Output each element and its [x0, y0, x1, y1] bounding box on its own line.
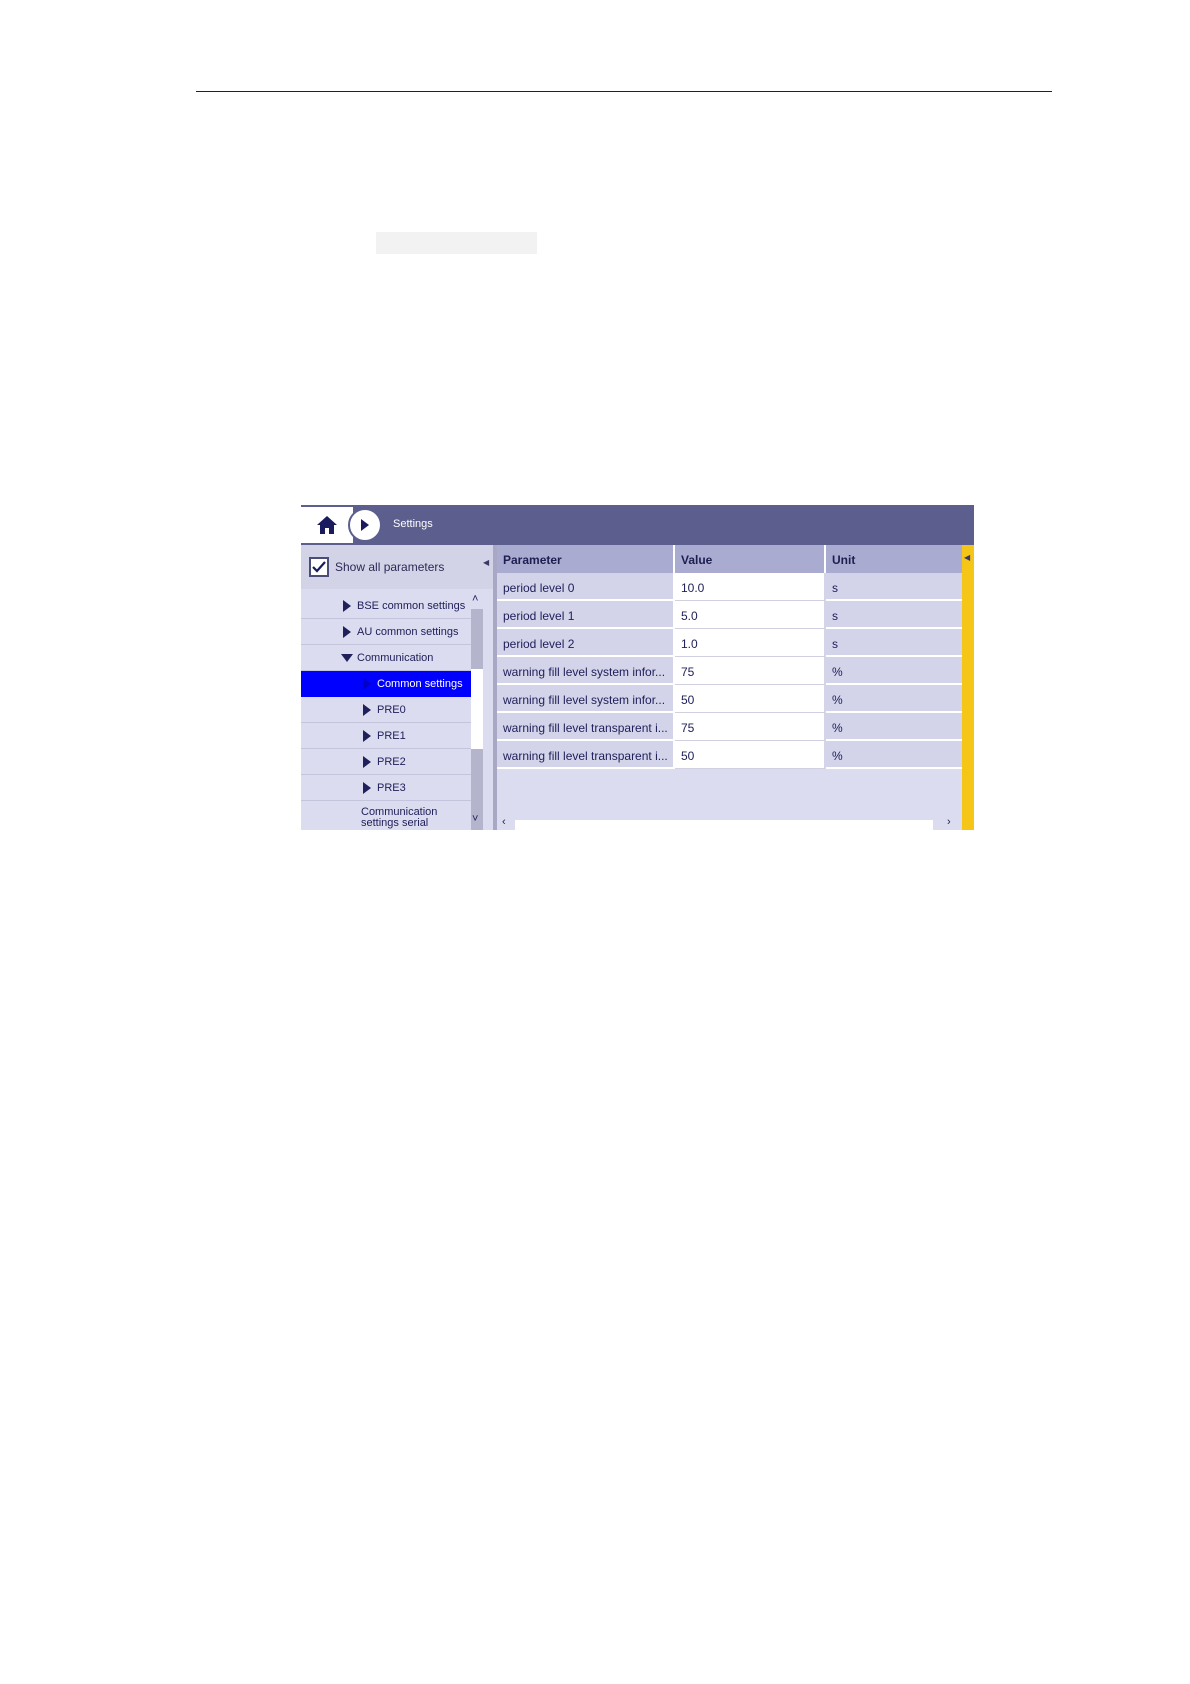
check-icon: [312, 561, 326, 573]
value-input[interactable]: 75: [675, 713, 826, 741]
tree-scroll-track[interactable]: [471, 609, 483, 830]
expand-right-icon[interactable]: ◀: [964, 553, 970, 562]
tree-item-label: Communication: [357, 652, 434, 664]
chevron-down-icon[interactable]: ˅: [472, 813, 478, 825]
table-horizontal-scrollbar[interactable]: ‹ ›: [497, 816, 962, 830]
column-header-parameter[interactable]: Parameter: [497, 545, 675, 573]
expand-icon: [363, 730, 371, 742]
chevron-up-icon[interactable]: ˄: [472, 593, 478, 605]
collapse-icon: [341, 654, 353, 662]
horizontal-scroll-track[interactable]: [515, 820, 933, 830]
home-icon: [317, 516, 337, 534]
table-row[interactable]: warning fill level transparent i... 75 %: [497, 713, 962, 741]
table-row[interactable]: period level 2 1.0 s: [497, 629, 962, 657]
unit-cell: %: [826, 741, 962, 769]
breadcrumb: Settings: [393, 518, 433, 530]
parameter-cell: period level 1: [497, 601, 675, 629]
show-all-checkbox[interactable]: [309, 557, 329, 577]
parameter-cell: warning fill level transparent i...: [497, 741, 675, 769]
tree-item-label: Common settings: [377, 678, 463, 690]
expand-icon: [363, 704, 371, 716]
tree-item-pre2[interactable]: PRE2: [301, 749, 471, 775]
chevron-right-icon[interactable]: ›: [947, 816, 951, 828]
parameter-cell: warning fill level system infor...: [497, 657, 675, 685]
tree-item-pre0[interactable]: PRE0: [301, 697, 471, 723]
tree-item-label: AU common settings: [357, 626, 459, 638]
value-input[interactable]: 5.0: [675, 601, 826, 629]
unit-cell: %: [826, 713, 962, 741]
home-button[interactable]: [301, 507, 353, 543]
parameter-table: Parameter Value Unit period level 0 10.0…: [497, 545, 962, 830]
expand-icon: [343, 626, 351, 638]
expand-icon: [343, 600, 351, 612]
unit-cell: %: [826, 657, 962, 685]
table-row[interactable]: period level 1 5.0 s: [497, 601, 962, 629]
unit-cell: s: [826, 629, 962, 657]
forward-button[interactable]: [348, 508, 382, 542]
parameter-cell: period level 2: [497, 629, 675, 657]
expand-icon: [363, 678, 371, 690]
parameter-cell: period level 0: [497, 573, 675, 601]
value-input[interactable]: 75: [675, 657, 826, 685]
settings-screen: Settings Show all parameters ◀ BSE commo…: [301, 505, 974, 830]
table-row[interactable]: period level 0 10.0 s: [497, 573, 962, 601]
parameter-cell: warning fill level system infor...: [497, 685, 675, 713]
side-panel-strip[interactable]: ◀: [962, 545, 974, 830]
unit-cell: s: [826, 601, 962, 629]
tree-item-label: Communication settings serial: [361, 806, 438, 829]
expand-icon: [363, 782, 371, 794]
value-input[interactable]: 50: [675, 741, 826, 769]
chevron-left-icon[interactable]: ‹: [502, 816, 506, 828]
unit-cell: s: [826, 573, 962, 601]
table-row[interactable]: warning fill level system infor... 50 %: [497, 685, 962, 713]
tree-scrollbar[interactable]: ˄ ˅: [471, 593, 493, 830]
tree-item-bse-common-settings[interactable]: BSE common settings: [301, 593, 471, 619]
tree-item-label: PRE3: [377, 782, 406, 794]
tree-item-pre1[interactable]: PRE1: [301, 723, 471, 749]
show-all-label: Show all parameters: [335, 560, 445, 574]
collapse-left-icon[interactable]: ◀: [483, 558, 489, 567]
tree-item-common-settings[interactable]: Common settings: [301, 671, 471, 697]
tree-item-communication[interactable]: Communication: [301, 645, 471, 671]
top-bar: Settings: [301, 505, 974, 545]
expand-icon: [363, 756, 371, 768]
tree-item-label: BSE common settings: [357, 600, 466, 612]
value-input[interactable]: 50: [675, 685, 826, 713]
tree-item-label: PRE2: [377, 756, 406, 768]
parameter-cell: warning fill level transparent i...: [497, 713, 675, 741]
tree-item-label: PRE1: [377, 730, 406, 742]
table-row[interactable]: warning fill level transparent i... 50 %: [497, 741, 962, 769]
tree-item-pre3[interactable]: PRE3: [301, 775, 471, 801]
tree-item-au-common-settings[interactable]: AU common settings: [301, 619, 471, 645]
show-all-parameters-row[interactable]: Show all parameters ◀: [301, 545, 493, 589]
table-row[interactable]: warning fill level system infor... 75 %: [497, 657, 962, 685]
value-input[interactable]: 1.0: [675, 629, 826, 657]
navigation-panel: Show all parameters ◀ BSE common setting…: [301, 545, 493, 830]
page-header-rule: [196, 91, 1052, 92]
unit-cell: %: [826, 685, 962, 713]
column-header-unit[interactable]: Unit: [826, 545, 962, 573]
tree-scroll-thumb[interactable]: [471, 609, 483, 669]
tree-item-label: PRE0: [377, 704, 406, 716]
value-input[interactable]: 10.0: [675, 573, 826, 601]
tree-item-communication-settings-serial[interactable]: Communication settings serial: [301, 801, 471, 830]
column-header-value[interactable]: Value: [675, 545, 826, 573]
forward-icon: [361, 519, 369, 531]
highlight-box: [376, 232, 537, 254]
